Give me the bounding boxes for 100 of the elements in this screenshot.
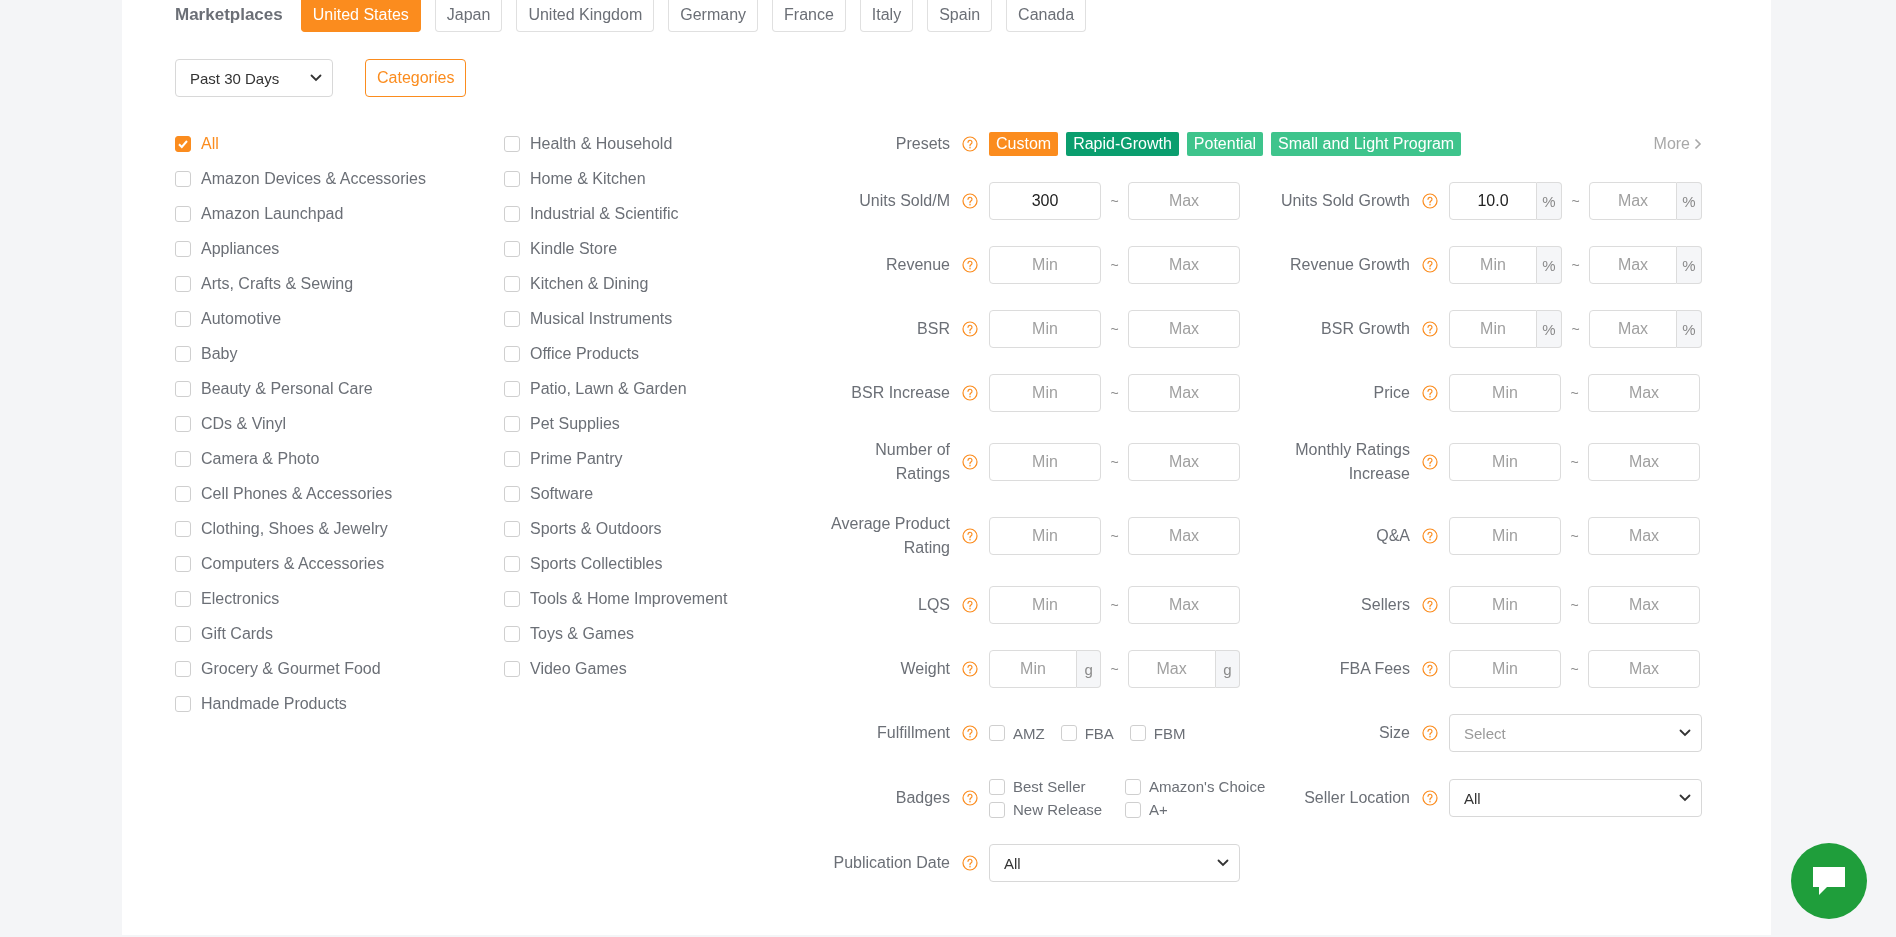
help-icon[interactable] (961, 528, 978, 544)
select-field[interactable]: All (1449, 779, 1702, 817)
checkbox-label[interactable]: Industrial & Scientific (530, 204, 679, 223)
checkbox[interactable] (504, 380, 520, 397)
input-field[interactable]: Max (1588, 586, 1700, 624)
input-field[interactable]: Max (1127, 650, 1216, 688)
checkbox[interactable] (175, 590, 191, 607)
checkbox-label[interactable]: Baby (201, 344, 238, 363)
checkbox[interactable] (504, 170, 520, 187)
input-field[interactable]: Max (1128, 374, 1240, 412)
checkbox-label[interactable]: Musical Instruments (530, 309, 673, 328)
checkbox-label[interactable]: FBM (1153, 724, 1186, 742)
checkbox-label[interactable]: Kitchen & Dining (530, 274, 649, 293)
help-icon[interactable] (961, 136, 978, 152)
preset-tag[interactable]: Rapid-Growth (1066, 132, 1179, 156)
checkbox[interactable] (175, 695, 191, 712)
input-field[interactable]: Min (1449, 374, 1561, 412)
help-icon[interactable] (1421, 597, 1438, 613)
checkbox-label[interactable]: Toys & Games (530, 624, 635, 643)
input-field[interactable]: Max (1128, 443, 1240, 481)
checkbox[interactable] (989, 778, 1005, 795)
checkbox-label[interactable]: AMZ (1013, 724, 1045, 742)
checkbox-label[interactable]: Sports Collectibles (530, 554, 663, 573)
input-field[interactable]: Min (1449, 650, 1561, 688)
checkbox-label[interactable]: Cell Phones & Accessories (201, 484, 393, 503)
input-field[interactable]: Max (1589, 310, 1677, 348)
help-icon[interactable] (1421, 193, 1438, 209)
help-icon[interactable] (1421, 454, 1438, 470)
input-field[interactable]: Max (1588, 517, 1700, 555)
checkbox[interactable] (504, 240, 520, 257)
checkbox[interactable] (175, 310, 191, 327)
checkbox-label[interactable]: Video Games (530, 659, 627, 678)
checkbox[interactable] (504, 590, 520, 607)
checkbox-label[interactable]: Best Seller (1013, 778, 1086, 795)
help-icon[interactable] (961, 855, 978, 871)
help-icon[interactable] (1421, 385, 1438, 401)
checkbox-label[interactable]: Gift Cards (201, 624, 273, 643)
input-field[interactable]: Min (1449, 310, 1537, 348)
marketplace-tab[interactable]: Japan (434, 0, 503, 32)
help-icon[interactable] (961, 597, 978, 613)
input-field[interactable]: Max (1128, 310, 1240, 348)
checkbox-label[interactable]: Arts, Crafts & Sewing (201, 274, 354, 293)
checkbox-label[interactable]: Home & Kitchen (530, 169, 646, 188)
help-icon[interactable] (1421, 257, 1438, 273)
checkbox[interactable] (504, 625, 520, 642)
checkbox-label[interactable]: Health & Household (530, 134, 673, 153)
checkbox[interactable] (175, 380, 191, 397)
checkbox-label[interactable]: Electronics (201, 589, 280, 608)
input-field[interactable]: Min (989, 586, 1101, 624)
marketplace-tab[interactable]: United Kingdom (516, 0, 655, 32)
checkbox[interactable] (989, 725, 1005, 741)
checkbox-label[interactable]: FBA (1084, 724, 1114, 742)
checkbox[interactable] (1129, 725, 1146, 741)
input-field[interactable]: Max (1128, 586, 1240, 624)
checkbox[interactable] (504, 135, 520, 152)
checkbox-label[interactable]: Amazon Devices & Accessories (201, 169, 426, 188)
checkbox[interactable] (504, 485, 520, 502)
input-field[interactable]: 10.0 (1449, 182, 1537, 220)
checkbox[interactable] (504, 520, 520, 537)
input-field[interactable]: Min (989, 517, 1101, 555)
checkbox-label[interactable]: Prime Pantry (530, 449, 623, 468)
checkbox-label[interactable]: Software (530, 484, 594, 503)
marketplace-tab[interactable]: Germany (668, 0, 759, 32)
checkbox[interactable] (175, 345, 191, 362)
checkbox[interactable] (175, 555, 191, 572)
checkbox-label[interactable]: Appliances (201, 239, 280, 258)
input-field[interactable]: Min (989, 443, 1101, 481)
checkbox-label[interactable]: New Release (1013, 801, 1103, 818)
input-field[interactable]: Max (1128, 517, 1240, 555)
checkbox-label[interactable]: Office Products (530, 344, 640, 363)
checkbox-label[interactable]: Sports & Outdoors (530, 519, 662, 538)
checkbox-label[interactable]: Patio, Lawn & Garden (530, 379, 687, 398)
checkbox-label[interactable]: Automotive (201, 309, 282, 328)
checkbox-label[interactable]: Handmade Products (201, 694, 347, 713)
input-field[interactable]: Min (1449, 586, 1561, 624)
marketplace-tab[interactable]: Canada (1006, 0, 1087, 32)
checkbox[interactable] (504, 345, 520, 362)
period-select[interactable]: Past 30 Days (175, 59, 333, 97)
input-field[interactable]: Min (989, 650, 1077, 688)
help-icon[interactable] (1421, 321, 1438, 337)
checkbox[interactable] (504, 660, 520, 677)
help-icon[interactable] (961, 454, 978, 470)
checkbox[interactable] (504, 415, 520, 432)
checkbox-label[interactable]: Clothing, Shoes & Jewelry (201, 519, 388, 538)
checkbox-label[interactable]: Beauty & Personal Care (201, 379, 373, 398)
select-field[interactable]: Select (1449, 714, 1702, 752)
input-field[interactable]: Max (1588, 443, 1700, 481)
checkbox[interactable] (989, 801, 1005, 818)
input-field[interactable]: Max (1589, 182, 1677, 220)
input-field[interactable]: Min (1449, 517, 1561, 555)
checkbox[interactable] (175, 135, 191, 152)
checkbox-label[interactable]: Amazon's Choice (1149, 778, 1266, 795)
input-field[interactable]: 300 (989, 182, 1101, 220)
checkbox[interactable] (175, 485, 191, 502)
checkbox[interactable] (175, 275, 191, 292)
select-field[interactable]: All (989, 844, 1240, 882)
checkbox-label[interactable]: Computers & Accessories (201, 554, 385, 573)
checkbox-label[interactable]: Amazon Launchpad (201, 204, 344, 223)
input-field[interactable]: Min (989, 246, 1101, 284)
checkbox[interactable] (175, 170, 191, 187)
